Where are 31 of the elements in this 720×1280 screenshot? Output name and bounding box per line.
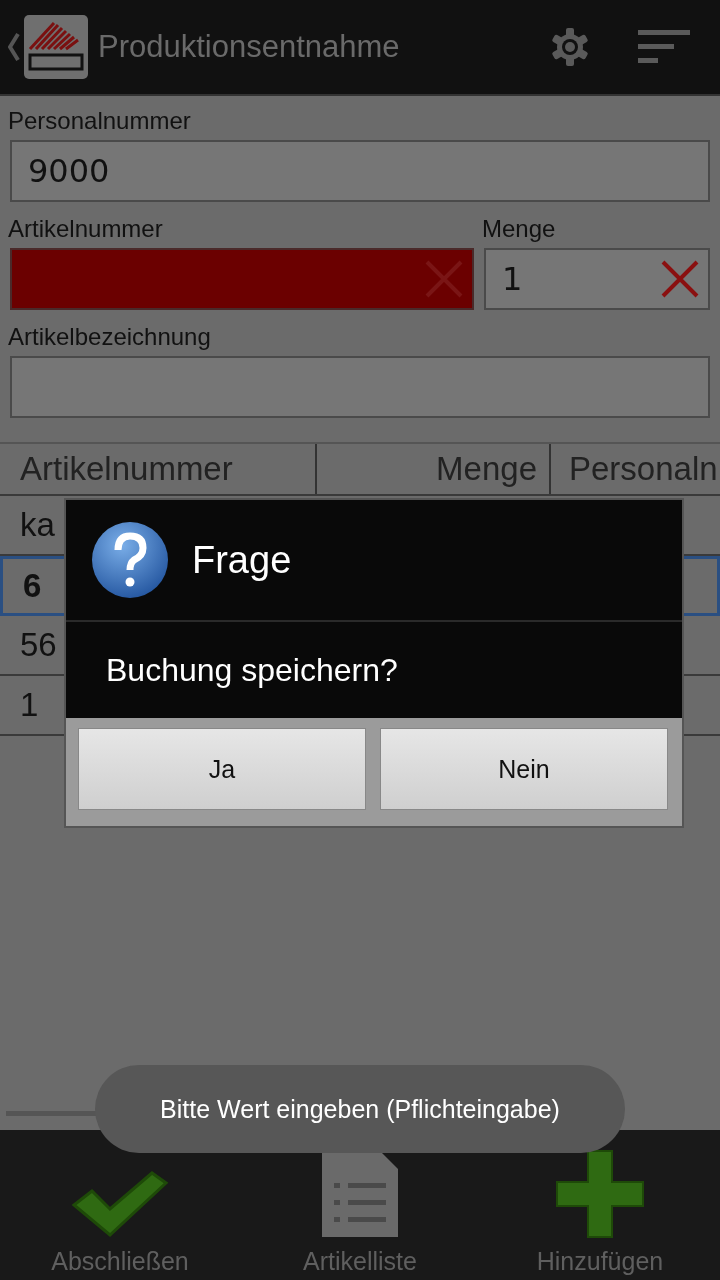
- plus-icon: [555, 1149, 645, 1239]
- checkmark-icon: [70, 1169, 170, 1239]
- field-label: Artikelnummer: [8, 214, 164, 244]
- column-header[interactable]: Personaln: [551, 444, 720, 494]
- field-label: Artikelbezeichnung: [8, 322, 212, 352]
- input-field[interactable]: [10, 248, 474, 310]
- dialog-button[interactable]: Nein: [380, 728, 668, 810]
- table-cell: 56: [20, 626, 57, 664]
- screen-title: Produktionsentnahme: [98, 29, 401, 65]
- clear-icon[interactable]: [660, 259, 700, 299]
- input-field[interactable]: [10, 356, 710, 418]
- back-chevron-icon[interactable]: [8, 32, 20, 62]
- table-cell: ka: [20, 506, 55, 544]
- dialog-message: Buchung speichern?: [105, 650, 399, 690]
- column-header[interactable]: Menge: [317, 444, 551, 494]
- input-field[interactable]: 9000: [10, 140, 710, 202]
- column-header[interactable]: Artikelnummer: [0, 444, 317, 494]
- table-cell: 6: [23, 567, 42, 605]
- field-label: Menge: [482, 214, 557, 244]
- field-value: 9000: [28, 152, 111, 190]
- dialog-button[interactable]: Ja: [78, 728, 366, 810]
- field-value: 1: [502, 260, 524, 298]
- toast-message: Bitte Wert eingeben (Pflichteingabe): [95, 1065, 625, 1153]
- dialog-title: Frage: [192, 538, 292, 582]
- settings-icon[interactable]: [550, 27, 590, 67]
- field-label: Personalnummer: [8, 106, 192, 136]
- table-cell: 1: [20, 686, 39, 724]
- input-field[interactable]: 1: [484, 248, 710, 310]
- question-icon: [90, 520, 170, 600]
- menu-icon[interactable]: [638, 30, 690, 64]
- logo-icon: [24, 15, 88, 79]
